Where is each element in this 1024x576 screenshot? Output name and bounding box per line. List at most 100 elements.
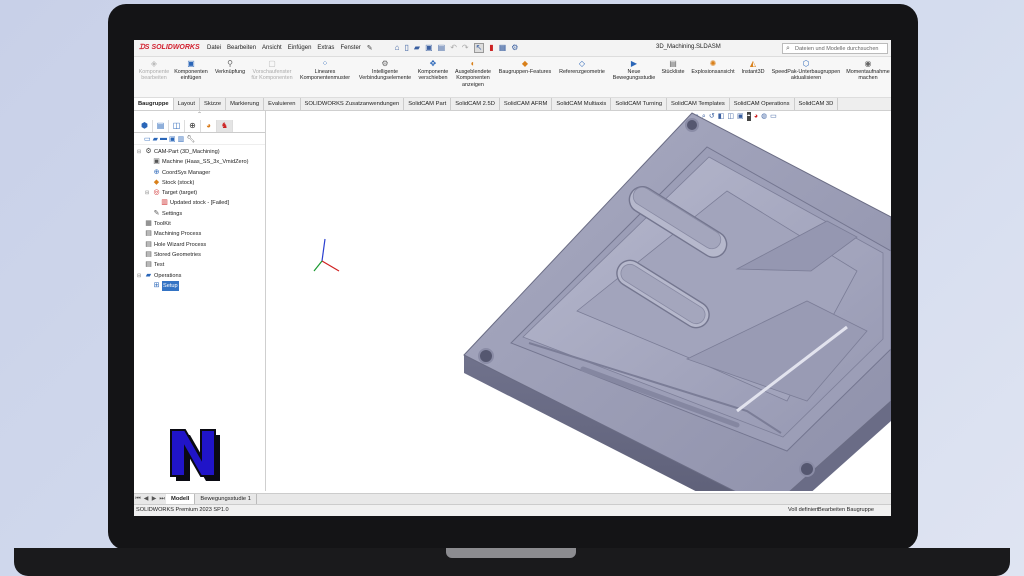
- save-icon[interactable]: ▣: [425, 44, 433, 52]
- tree-item[interactable]: ▤ Machining Process: [134, 229, 265, 239]
- show-hidden-button[interactable]: ◐ Ausgeblendete Komponenten anzeigen: [452, 59, 494, 88]
- mate-button[interactable]: ⚲ Verknüpfung: [212, 59, 248, 75]
- open-part-icon[interactable]: ▰: [153, 135, 158, 143]
- tab-solidworks-addins[interactable]: SOLIDWORKS Zusatzanwendungen: [301, 98, 405, 110]
- menu-bearbeiten[interactable]: Bearbeiten: [227, 45, 256, 51]
- assembly-features-button[interactable]: ◆ Baugruppen-Features: [496, 59, 554, 75]
- tab-skizze[interactable]: Skizze: [200, 98, 227, 110]
- tree-item[interactable]: ▤ Hole Wizard Process: [134, 240, 265, 250]
- tab-solidcam-turning[interactable]: SolidCAM Turning: [611, 98, 668, 110]
- speedpak-button[interactable]: ⬡ SpeedPak-Unterbaugruppen aktualisieren: [768, 59, 844, 82]
- tree-item[interactable]: ◆ Stock (stock): [134, 178, 265, 188]
- pin-icon[interactable]: ✎: [367, 44, 373, 52]
- save-part-icon[interactable]: ▣: [169, 135, 176, 143]
- new-part-icon[interactable]: ▭: [144, 135, 151, 143]
- wrench-icon[interactable]: 🔧︎: [186, 135, 195, 143]
- graphics-viewport[interactable]: ⌕ ⌕ ↺ ◧ ◫ ▣ ◓ ◕ ◍ ▭: [267, 111, 891, 491]
- tree-expander-icon[interactable]: ⊟: [145, 188, 149, 198]
- instant3d-button[interactable]: ◭ Instant3D: [738, 59, 768, 75]
- scroll-prev-icon[interactable]: ◀: [142, 494, 150, 504]
- solidcam-manager-tab-icon[interactable]: ♞: [217, 120, 233, 132]
- target-icon: ◎: [153, 189, 160, 197]
- reference-geometry-button[interactable]: ◇ Referenzgeometrie: [554, 59, 610, 75]
- tab-solidcam-part[interactable]: SolidCAM Part: [404, 98, 452, 110]
- search-input[interactable]: ⌕ Dateien und Modelle durchsuchen: [782, 43, 888, 54]
- solidworks-logo[interactable]: ᗪS SOLIDWORKS: [139, 44, 201, 52]
- tab-solidcam-operations[interactable]: SolidCAM Operations: [730, 98, 795, 110]
- snapshot-icon: ◉: [864, 59, 872, 68]
- tab-solidcam-templates[interactable]: SolidCAM Templates: [667, 98, 730, 110]
- open-folder-icon[interactable]: ▰: [414, 44, 420, 52]
- stored-geometries-icon: ▤: [145, 250, 152, 258]
- tree-item[interactable]: ✎ Settings: [134, 209, 265, 219]
- undo-icon[interactable]: ↶: [450, 44, 457, 52]
- tree-item[interactable]: ⊕ CoordSys Manager: [134, 168, 265, 178]
- tab-solidcam-afrm[interactable]: SolidCAM AFRM: [500, 98, 553, 110]
- tab-baugruppe[interactable]: Baugruppe: [134, 98, 174, 110]
- tab-evaluieren[interactable]: Evaluieren: [264, 98, 301, 110]
- move-component-button[interactable]: ✥ Komponente verschieben: [414, 59, 452, 82]
- display-manager-tab-icon[interactable]: ◕: [201, 120, 217, 132]
- insert-components-button[interactable]: ▣ Komponenten einfügen: [172, 59, 210, 82]
- menu-extras[interactable]: Extras: [317, 45, 334, 51]
- assembly-features-icon: ◆: [521, 59, 529, 68]
- tree-item[interactable]: ▤ Stored Geometries: [134, 250, 265, 260]
- bottom-tabs: ⏮ ◀ ▶ ⏭ Modell Bewegungsstudie 1: [134, 493, 891, 504]
- tree-item[interactable]: ▣ Machine (Haas_SS_3x_VmidZero): [134, 157, 265, 167]
- property-manager-tab-icon[interactable]: ▤: [153, 120, 169, 132]
- select-cursor-icon[interactable]: ↖: [473, 43, 485, 53]
- corner-hole: [685, 118, 699, 132]
- smart-fasteners-button[interactable]: ⚙ Intelligente Verbindungselemente: [356, 59, 414, 82]
- new-document-icon[interactable]: ▯: [405, 44, 409, 52]
- tab-solidcam-multiaxis[interactable]: SolidCAM Multiaxis: [552, 98, 612, 110]
- linear-pattern-button[interactable]: ⁘ Lineares Komponentenmuster: [296, 59, 354, 82]
- tab-layout[interactable]: Layout: [174, 98, 201, 110]
- tab-markierung[interactable]: Markierung: [226, 98, 265, 110]
- preview-window-icon: ▢: [268, 59, 276, 68]
- rebuild-icon[interactable]: ▮: [489, 44, 493, 52]
- tree-item[interactable]: ⊟ ⚙ CAM-Part (3D_Machining): [134, 147, 265, 157]
- config-manager-tab-icon[interactable]: ◫: [169, 120, 185, 132]
- tab-modell[interactable]: Modell: [166, 494, 196, 504]
- scroll-first-icon[interactable]: ⏮: [134, 494, 142, 504]
- file-properties-icon[interactable]: ▦: [499, 44, 507, 52]
- hole-wizard-icon: ▤: [145, 240, 152, 248]
- menu-einfuegen[interactable]: Einfügen: [288, 45, 312, 51]
- folder-icon[interactable]: ▬: [160, 135, 167, 142]
- copy-part-icon[interactable]: ▥: [178, 135, 185, 143]
- menu-fenster[interactable]: Fenster: [340, 45, 360, 51]
- bom-button[interactable]: ▤ Stückliste: [658, 59, 688, 75]
- dimxpert-tab-icon[interactable]: ⊕: [185, 120, 201, 132]
- exploded-view-button[interactable]: ✺ Explosionsansicht: [688, 59, 738, 75]
- tree-item-label: Target (target): [162, 190, 198, 197]
- tree-expander-icon[interactable]: ⊟: [137, 271, 141, 281]
- menu-datei[interactable]: Datei: [207, 45, 221, 51]
- tree-expander-icon[interactable]: ⊟: [137, 147, 141, 157]
- preview-window-button[interactable]: ▢ Vorschaufenster für Komponenten: [250, 59, 294, 82]
- tree-item[interactable]: ▥ Updated stock - [Failed]: [134, 198, 265, 208]
- panel-grip-icon[interactable]: ⌃: [134, 111, 265, 120]
- redo-icon[interactable]: ↷: [462, 44, 469, 52]
- tree-item[interactable]: ⊟ ◎ Target (target): [134, 188, 265, 198]
- tab-bewegungsstudie[interactable]: Bewegungsstudie 1: [195, 494, 257, 504]
- tree-item-label: CAM-Part (3D_Machining): [154, 149, 220, 155]
- edit-component-button[interactable]: ◈ Komponente bearbeiten: [136, 59, 172, 82]
- feature-tree-tab-icon[interactable]: ⬢: [137, 120, 153, 132]
- tree-item[interactable]: ▤ Test: [134, 260, 265, 270]
- snapshot-button[interactable]: ◉ Momentaufnahme machen: [845, 59, 891, 82]
- tab-solidcam-25d[interactable]: SolidCAM 2.5D: [451, 98, 500, 110]
- home-icon[interactable]: ⌂: [395, 44, 400, 52]
- scroll-next-icon[interactable]: ▶: [150, 494, 158, 504]
- print-icon[interactable]: ▤: [438, 44, 446, 52]
- motion-study-button[interactable]: ▶ Neue Bewegungsstudie: [610, 59, 658, 82]
- tree-item[interactable]: ▦ ToolKit: [134, 219, 265, 229]
- tree-item[interactable]: ⊞ Setup: [134, 280, 265, 291]
- tab-solidcam-3d[interactable]: SolidCAM 3D: [795, 98, 839, 110]
- menu-ansicht[interactable]: Ansicht: [262, 45, 282, 51]
- tree-item[interactable]: ⊟ ▰ Operations: [134, 271, 265, 281]
- move-component-icon: ✥: [429, 59, 437, 68]
- options-gear-icon[interactable]: ⚙: [511, 44, 518, 52]
- reference-geometry-icon: ◇: [578, 59, 586, 68]
- scroll-last-icon[interactable]: ⏭: [158, 494, 166, 504]
- version-label: SOLIDWORKS Premium 2023 SP1.0: [136, 507, 229, 513]
